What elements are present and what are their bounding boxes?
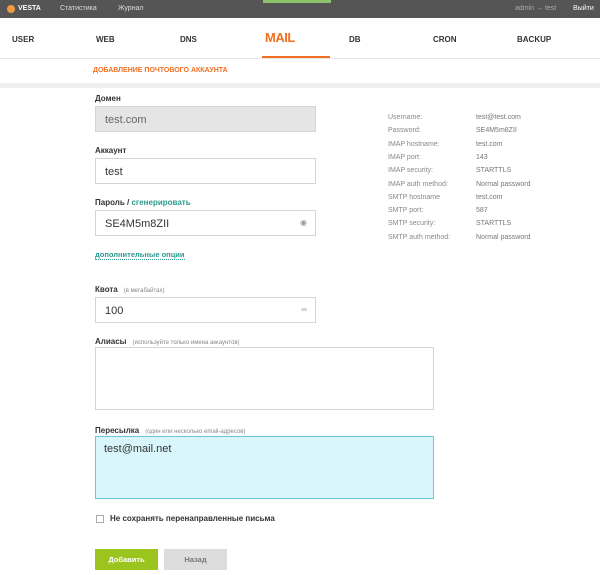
forward-label: Пересылка <box>95 426 140 435</box>
advanced-options-link[interactable]: дополнительные опции <box>95 250 185 260</box>
info-value: Normal password <box>476 180 531 188</box>
info-key: SMTP auth method: <box>388 233 451 241</box>
divider <box>0 58 600 59</box>
tab-backup[interactable]: BACKUP <box>517 35 551 44</box>
password-value: SE4M5m8ZII <box>105 218 170 230</box>
info-key: SMTP port: <box>388 207 424 215</box>
quota-value: 100 <box>105 305 124 317</box>
quota-hint: (в мегабайтах) <box>123 288 165 294</box>
info-key: Password: <box>388 127 421 135</box>
aliases-hint: (используйте только имена аккаунтов) <box>132 340 240 346</box>
info-value: test.com <box>476 140 503 148</box>
tab-web[interactable]: WEB <box>96 35 115 44</box>
forward-label-row: Пересылка (один или несколько email-адрес… <box>95 426 245 435</box>
no-store-checkbox[interactable] <box>96 515 104 523</box>
link-log[interactable]: Журнал <box>118 5 144 12</box>
eye-icon[interactable]: ◉ <box>300 218 307 227</box>
add-button[interactable]: Добавить <box>95 549 158 570</box>
user-label[interactable]: admin → test <box>515 5 556 12</box>
notification-tab <box>263 0 331 3</box>
tab-mail[interactable]: MAIL <box>265 30 295 45</box>
forward-hint: (один или несколько email-адресов) <box>145 429 246 435</box>
generate-link[interactable]: сгенерировать <box>131 198 190 207</box>
tab-cron[interactable]: CRON <box>433 35 457 44</box>
domain-label: Домен <box>95 94 121 103</box>
link-stats[interactable]: Статистика <box>60 5 97 12</box>
tab-user[interactable]: USER <box>12 35 34 44</box>
info-key: Username: <box>388 114 423 121</box>
back-button[interactable]: Назад <box>164 549 227 570</box>
info-value: 587 <box>476 207 488 215</box>
info-key: IMAP auth method: <box>388 180 448 188</box>
no-store-label[interactable]: Не сохранять перенаправленные письма <box>110 514 275 523</box>
unlimited-icon[interactable]: ∞ <box>301 305 307 314</box>
account-field[interactable]: test <box>95 158 316 184</box>
account-label: Аккаунт <box>95 146 127 155</box>
logo-text[interactable]: VESTA <box>18 5 41 12</box>
aliases-label: Алиасы <box>95 337 127 346</box>
info-value: 143 <box>476 153 488 161</box>
vesta-logo-icon[interactable] <box>7 5 15 13</box>
info-key: IMAP hostname: <box>388 140 440 148</box>
quota-field[interactable]: 100 ∞ <box>95 297 316 323</box>
info-key: IMAP security: <box>388 167 433 175</box>
info-key: IMAP port: <box>388 153 421 161</box>
forward-textarea[interactable]: test@mail.net <box>95 436 434 499</box>
password-field[interactable]: SE4M5m8ZII ◉ <box>95 210 316 236</box>
info-key: SMTP hostname <box>388 193 441 201</box>
tab-dns[interactable]: DNS <box>180 35 197 44</box>
page-title: ДОБАВЛЕНИЕ ПОЧТОВОГО АККАУНТА <box>93 67 228 74</box>
password-label-row: Пароль / сгенерировать <box>95 198 191 207</box>
aliases-textarea[interactable] <box>95 347 434 410</box>
quota-label-row: Квота (в мегабайтах) <box>95 285 164 294</box>
info-value: SE4M5m8ZII <box>476 127 517 135</box>
info-value: STARTTLS <box>476 167 512 175</box>
info-key: SMTP security: <box>388 220 436 228</box>
info-value: test@test.com <box>476 114 521 121</box>
info-value: STARTTLS <box>476 220 512 228</box>
quota-label: Квота <box>95 285 118 294</box>
divider-band <box>0 83 600 88</box>
info-value: test.com <box>476 193 503 201</box>
logout-link[interactable]: Выйти <box>573 5 594 12</box>
aliases-label-row: Алиасы (используйте только имена аккаунто… <box>95 337 240 346</box>
info-value: Normal password <box>476 233 531 241</box>
tab-db[interactable]: DB <box>349 35 361 44</box>
password-label: Пароль <box>95 198 125 207</box>
domain-field: test.com <box>95 106 316 132</box>
